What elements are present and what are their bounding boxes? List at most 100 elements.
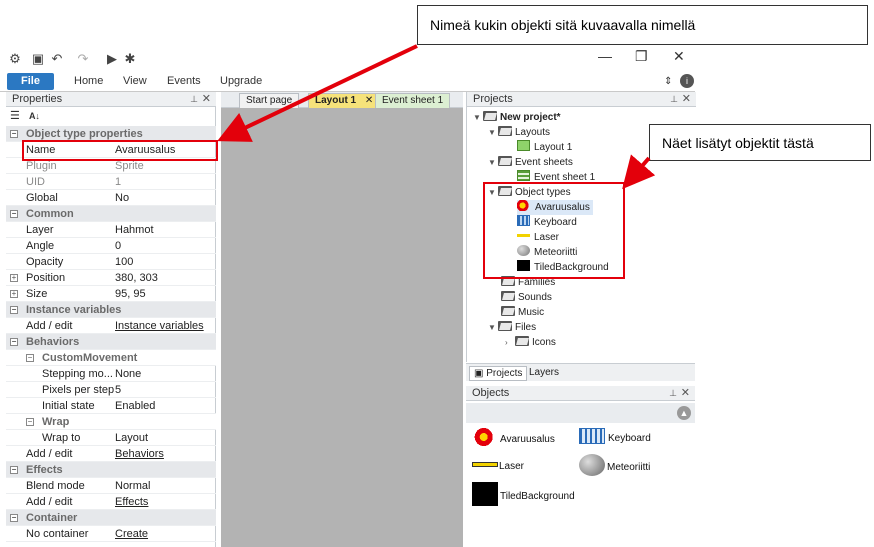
run-icon[interactable]: ▶ [104, 51, 120, 67]
object-meteoriitti[interactable]: Meteoriitti [579, 454, 650, 476]
tab-layers[interactable]: Layers [529, 366, 559, 381]
property-row[interactable]: Layer Hahmot [6, 222, 216, 238]
property-link[interactable]: Behaviors [115, 446, 164, 462]
property-row[interactable]: + Position 380, 303 [6, 270, 216, 286]
property-label: No container [26, 528, 89, 540]
property-row[interactable]: Add / edit Instance variables [6, 318, 216, 334]
sort-alpha-icon[interactable]: A↓ [29, 111, 40, 121]
close-icon[interactable]: ✕ [681, 386, 690, 401]
info-icon[interactable]: i [680, 74, 694, 88]
tab-file[interactable]: File [7, 73, 54, 90]
collapse-icon[interactable]: − [10, 130, 18, 138]
collapse-icon[interactable]: − [26, 418, 34, 426]
tree-root[interactable]: ▼ New project* [473, 110, 561, 125]
tab-projects[interactable]: ▣ Projects [469, 366, 528, 381]
property-row[interactable]: Wrap to Layout [6, 430, 216, 446]
folder-icon [483, 111, 497, 121]
property-row[interactable]: UID 1 [6, 174, 216, 190]
close-icon[interactable]: ✕ [682, 92, 691, 107]
property-category[interactable]: − CustomMovement [6, 350, 216, 366]
property-category[interactable]: − Behaviors [6, 334, 216, 350]
maximize-icon[interactable]: ❐ [635, 48, 648, 65]
property-row[interactable]: Angle 0 [6, 238, 216, 254]
property-category[interactable]: − Effects [6, 462, 216, 478]
layout-canvas[interactable] [221, 92, 463, 547]
object-laser[interactable]: Laser [472, 456, 524, 478]
property-row[interactable]: Initial state Enabled [6, 398, 216, 414]
property-category[interactable]: − Wrap [6, 414, 216, 430]
property-row[interactable]: No container Create [6, 526, 216, 542]
tree-label: Event sheets [515, 157, 573, 168]
folder-icon [501, 291, 515, 301]
tree-event-sheets[interactable]: ▼ Event sheets [488, 155, 573, 170]
property-label: Opacity [26, 256, 64, 268]
property-label: Instance variables [26, 304, 122, 316]
property-label: Common [26, 208, 74, 220]
scroll-up-icon[interactable]: ▲ [677, 406, 691, 420]
object-avaruusalus[interactable]: Avaruusalus [472, 428, 555, 450]
collapse-ribbon-icon[interactable]: ⇕ [664, 73, 672, 90]
property-label: Initial state [42, 400, 95, 412]
minimize-icon[interactable]: — [598, 48, 612, 64]
property-row[interactable]: Add / edit Effects [6, 494, 216, 510]
pin-icon[interactable]: ⊥ [669, 386, 677, 401]
collapse-icon[interactable]: − [10, 514, 18, 522]
property-value: Hahmot [115, 224, 154, 236]
collapse-icon[interactable]: − [26, 354, 34, 362]
object-keyboard[interactable]: Keyboard [579, 428, 651, 450]
property-category[interactable]: − Container [6, 510, 216, 526]
tab-view[interactable]: View [123, 73, 147, 90]
tree-icons[interactable]: › Icons [505, 335, 556, 350]
properties-toolbar: ☰ A↓ [10, 109, 50, 125]
collapse-icon[interactable]: − [10, 466, 18, 474]
close-tab-icon[interactable]: ✕ [365, 95, 373, 106]
property-category[interactable]: − Instance variables [6, 302, 216, 318]
property-row[interactable]: Pixels per step 5 [6, 382, 216, 398]
collapse-icon[interactable]: − [10, 210, 18, 218]
property-row[interactable]: Stepping mo... None [6, 366, 216, 382]
property-row[interactable]: Opacity 100 [6, 254, 216, 270]
property-label: Pixels per step [42, 384, 115, 396]
expand-icon[interactable]: + [10, 274, 18, 282]
collapse-icon[interactable]: − [10, 306, 18, 314]
tab-layout-1[interactable]: Layout 1 ✕ [308, 93, 381, 108]
project-bar-tabs: ▣ Projects Layers [466, 363, 695, 381]
property-row[interactable]: Blend mode Normal [6, 478, 216, 494]
debug-icon[interactable]: ✱ [122, 51, 138, 67]
redo-icon[interactable]: ↷ [75, 51, 91, 67]
tree-layout-1[interactable]: Layout 1 [517, 140, 572, 155]
folder-icon [515, 336, 529, 346]
tab-upgrade[interactable]: Upgrade [220, 73, 262, 90]
save-icon[interactable]: ▣ [30, 51, 46, 67]
property-link[interactable]: Instance variables [115, 318, 204, 334]
close-icon[interactable]: ✕ [202, 92, 211, 107]
object-label: Laser [499, 461, 525, 472]
tab-event-sheet-1[interactable]: Event sheet 1 [375, 93, 451, 108]
callout-name-objects: Nimeä kukin objekti sitä kuvaavalla nime… [417, 5, 868, 45]
tree-music[interactable]: Music [501, 305, 544, 320]
event-sheet-icon [517, 170, 530, 181]
property-row[interactable]: Global No [6, 190, 216, 206]
property-value: 5 [115, 384, 122, 396]
close-window-icon[interactable]: ✕ [673, 48, 685, 65]
property-label: Add / edit [26, 496, 73, 508]
tab-home[interactable]: Home [74, 73, 103, 90]
tree-sounds[interactable]: Sounds [501, 290, 552, 305]
property-link[interactable]: Effects [115, 494, 148, 510]
categorize-icon[interactable]: ☰ [10, 110, 20, 122]
collapse-icon[interactable]: − [10, 338, 18, 346]
property-row[interactable]: + Size 95, 95 [6, 286, 216, 302]
property-row[interactable]: Add / edit Behaviors [6, 446, 216, 462]
property-label: Add / edit [26, 320, 73, 332]
tree-files[interactable]: ▼ Files [488, 320, 536, 335]
property-link[interactable]: Create [115, 526, 148, 542]
pin-icon[interactable]: ⊥ [190, 92, 198, 107]
expand-icon[interactable]: + [10, 290, 18, 298]
object-tiledbackground[interactable]: TiledBackground [472, 482, 575, 508]
tab-start-page[interactable]: Start page [239, 93, 300, 108]
property-category[interactable]: − Common [6, 206, 216, 222]
pin-icon[interactable]: ⊥ [670, 92, 678, 107]
tree-layouts[interactable]: ▼ Layouts [488, 125, 550, 140]
undo-icon[interactable]: ↶ [49, 51, 65, 67]
tab-events[interactable]: Events [167, 73, 201, 90]
